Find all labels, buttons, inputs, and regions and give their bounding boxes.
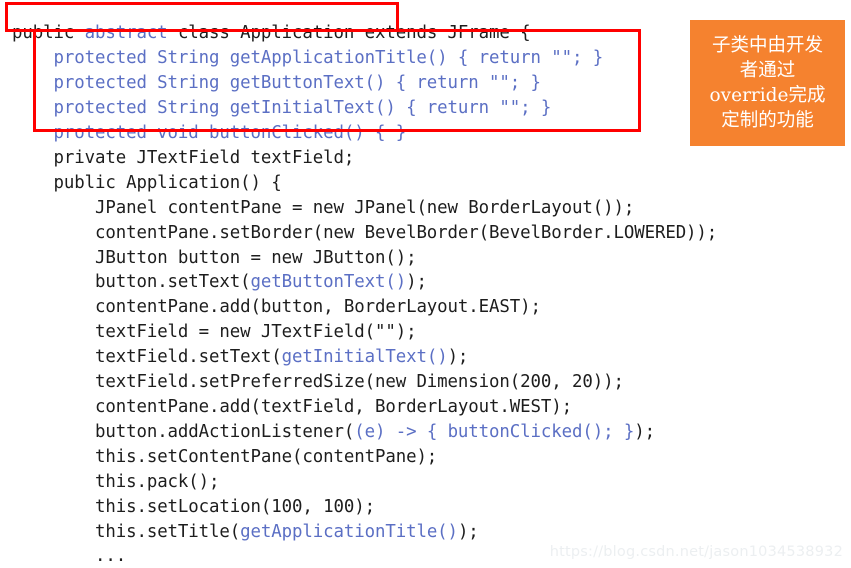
- code-token: );: [406, 272, 427, 293]
- callout-line-1: 子类中由开发: [711, 35, 823, 56]
- code-token: getInitialText(): [281, 347, 448, 368]
- code-token: this.setTitle(: [94, 521, 241, 542]
- code-token: private JTextField textField;: [53, 147, 355, 168]
- code-token: (e) -> { buttonClicked(); }: [354, 421, 635, 442]
- code-token: this.pack();: [94, 471, 220, 492]
- code-token: );: [457, 521, 479, 542]
- code-token: abstract: [84, 23, 178, 44]
- code-token: button.addActionListener(: [94, 421, 355, 442]
- code-token: );: [447, 347, 469, 368]
- callout-line-4: 定制的功能: [721, 110, 814, 131]
- code-line: this.pack();: [12, 470, 842, 495]
- code-line: button.addActionListener((e) -> { button…: [12, 420, 842, 445]
- code-token: public Application() {: [53, 172, 282, 193]
- code-token: this.setContentPane(contentPane);: [94, 446, 438, 467]
- code-slide: public abstract class Application extend…: [0, 0, 851, 568]
- code-token: class Application extends JFrame {: [177, 23, 531, 44]
- code-token: this.setLocation(100, 100);: [94, 496, 375, 517]
- code-line: textField.setText(getInitialText());: [12, 345, 842, 370]
- code-token: contentPane.setBorder(new BevelBorder(Be…: [94, 222, 718, 243]
- code-line: JButton button = new JButton();: [12, 246, 842, 271]
- code-token: contentPane.add(textField, BorderLayout.…: [94, 396, 572, 417]
- code-line: this.setLocation(100, 100);: [12, 495, 842, 520]
- code-token: textField.setPreferredSize(new Dimension…: [94, 372, 624, 393]
- code-token: button.setText(: [94, 272, 251, 293]
- callout-line-2: 者通过: [739, 60, 796, 81]
- code-token: public: [12, 23, 85, 44]
- code-line: button.setText(getButtonText());: [12, 270, 842, 295]
- code-token: );: [634, 421, 655, 442]
- code-token: protected String getButtonText() { retur…: [53, 73, 541, 94]
- code-token: ...: [94, 546, 127, 567]
- code-line: contentPane.add(button, BorderLayout.EAS…: [12, 295, 842, 320]
- callout-override-note: 子类中由开发 者通过 override完成 定制的功能: [690, 20, 845, 146]
- code-token: contentPane.add(button, BorderLayout.EAS…: [94, 297, 541, 318]
- code-line: contentPane.add(textField, BorderLayout.…: [12, 395, 842, 420]
- code-line: textField.setPreferredSize(new Dimension…: [12, 370, 842, 395]
- watermark-url: https://blog.csdn.net/jason1034538932: [549, 544, 843, 560]
- code-line: textField = new JTextField("");: [12, 320, 842, 345]
- code-line: public Application() {: [12, 171, 842, 196]
- callout-line-3: override完成: [709, 85, 826, 106]
- code-token: JPanel contentPane = new JPanel(new Bord…: [94, 197, 635, 218]
- code-line: this.setContentPane(contentPane);: [12, 445, 842, 470]
- code-token: protected String getInitialText() { retu…: [53, 98, 552, 119]
- code-token: getApplicationTitle(): [240, 521, 458, 542]
- code-token: getButtonText(): [250, 272, 407, 293]
- code-token: textField.setText(: [94, 347, 282, 368]
- code-token: textField = new JTextField("");: [94, 322, 417, 343]
- code-line: private JTextField textField;: [12, 146, 842, 171]
- code-token: protected void buttonClicked() { }: [53, 123, 407, 144]
- code-line: contentPane.setBorder(new BevelBorder(Be…: [12, 221, 842, 246]
- code-token: protected String getApplicationTitle() {…: [53, 48, 604, 69]
- code-line: this.setTitle(getApplicationTitle());: [12, 520, 842, 545]
- code-token: JButton button = new JButton();: [94, 247, 417, 268]
- code-line: JPanel contentPane = new JPanel(new Bord…: [12, 196, 842, 221]
